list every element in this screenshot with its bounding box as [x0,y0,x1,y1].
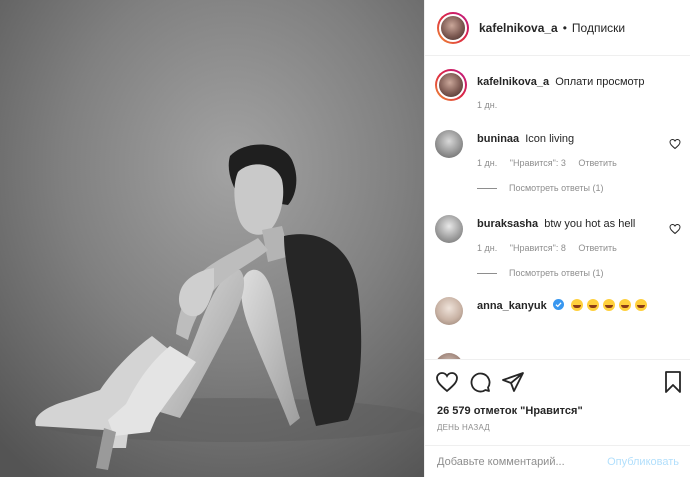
laughing-tears-emoji-icon [619,299,632,311]
commenter-avatar[interactable] [435,297,463,325]
like-heart-icon[interactable] [435,370,459,394]
likes-count[interactable]: 26 579 отметок "Нравится" [437,405,583,417]
caption-time[interactable]: 1 дн. [477,100,497,110]
comment-text: buraksasha btw you hot as hell [477,217,655,232]
photo-illustration [0,0,424,477]
post-timestamp[interactable]: ДЕНЬ НАЗАД [437,423,490,432]
comments-list[interactable]: kafelnikova_a Оплати просмотр 1 дн. buni… [425,57,690,359]
comment-text: buninaa Icon living [477,132,655,147]
action-icons [435,370,685,396]
post-photo[interactable] [0,0,424,477]
caption-body: Оплати просмотр [555,76,645,88]
comment-input[interactable]: Добавьте комментарий... [437,456,607,468]
post-actions: 26 579 отметок "Нравится" ДЕНЬ НАЗАД Доб… [425,359,690,477]
comment-time[interactable]: 1 дн. [477,243,497,253]
reply-button[interactable]: Ответить [578,158,616,168]
comment-time[interactable]: 1 дн. [477,158,497,168]
comment-username[interactable]: buninaa [477,133,519,145]
reply-button[interactable]: Ответить [578,243,616,253]
comment-item: buraksasha btw you hot as hell 1 дн. "Нр… [435,215,685,287]
caption-avatar[interactable] [435,69,467,101]
comment-text: anna_kanyuk [477,299,655,314]
laughing-tears-emoji-icon [602,299,615,311]
verified-badge-icon [552,299,564,310]
comment-body: Icon living [525,133,575,145]
comment-likes[interactable]: "Нравится": 3 [510,158,566,168]
caption-text: kafelnikova_a Оплати просмотр [477,75,655,90]
laughing-tears-emoji-icon [635,299,648,311]
comment-meta: 1 дн. "Нравится": 3 Ответить [477,158,627,168]
author-username[interactable]: kafelnikova_a [479,21,558,35]
instagram-post: kafelnikova_a • Подписки kafelnikova_a О… [0,0,690,477]
add-comment-bar: Добавьте комментарий... Опубликовать [425,445,690,477]
replies-line [477,187,497,189]
comment-username[interactable]: buraksasha [477,218,538,230]
comment-item: anna_kanyuk [435,297,685,337]
laughing-tears-emoji-icon [586,299,599,311]
commenter-avatar[interactable] [435,215,463,243]
caption-meta: 1 дн. [477,100,507,110]
laughing-tears-emoji-icon [570,299,583,311]
view-replies-label[interactable]: Посмотреть ответы (1) [509,268,604,278]
view-replies-label[interactable]: Посмотреть ответы (1) [509,183,604,193]
publish-button[interactable]: Опубликовать [607,456,679,468]
comment-meta: 1 дн. "Нравится": 8 Ответить [477,243,627,253]
header-separator: • [562,20,567,35]
like-comment-heart-icon[interactable] [669,138,681,150]
author-avatar[interactable] [437,11,469,44]
comment-username[interactable]: anna_kanyuk [477,300,547,312]
share-send-icon[interactable] [501,370,525,394]
post-sidebar: kafelnikova_a • Подписки kafelnikova_a О… [424,0,690,477]
post-header: kafelnikova_a • Подписки [425,0,690,56]
commenter-avatar[interactable] [435,130,463,158]
view-replies-button[interactable]: Посмотреть ответы (1) [477,183,604,193]
comment-body: btw you hot as hell [544,218,636,230]
comment-item: buninaa Icon living 1 дн. "Нравится": 3 … [435,130,685,202]
comment-bubble-icon[interactable] [468,370,492,394]
caption-username[interactable]: kafelnikova_a [477,76,549,88]
following-button[interactable]: Подписки [572,21,625,35]
save-bookmark-icon[interactable] [661,370,685,394]
view-replies-button[interactable]: Посмотреть ответы (1) [477,268,604,278]
comment-likes[interactable]: "Нравится": 8 [510,243,566,253]
like-comment-heart-icon[interactable] [669,223,681,235]
replies-line [477,272,497,274]
caption: kafelnikova_a Оплати просмотр 1 дн. [435,69,685,129]
